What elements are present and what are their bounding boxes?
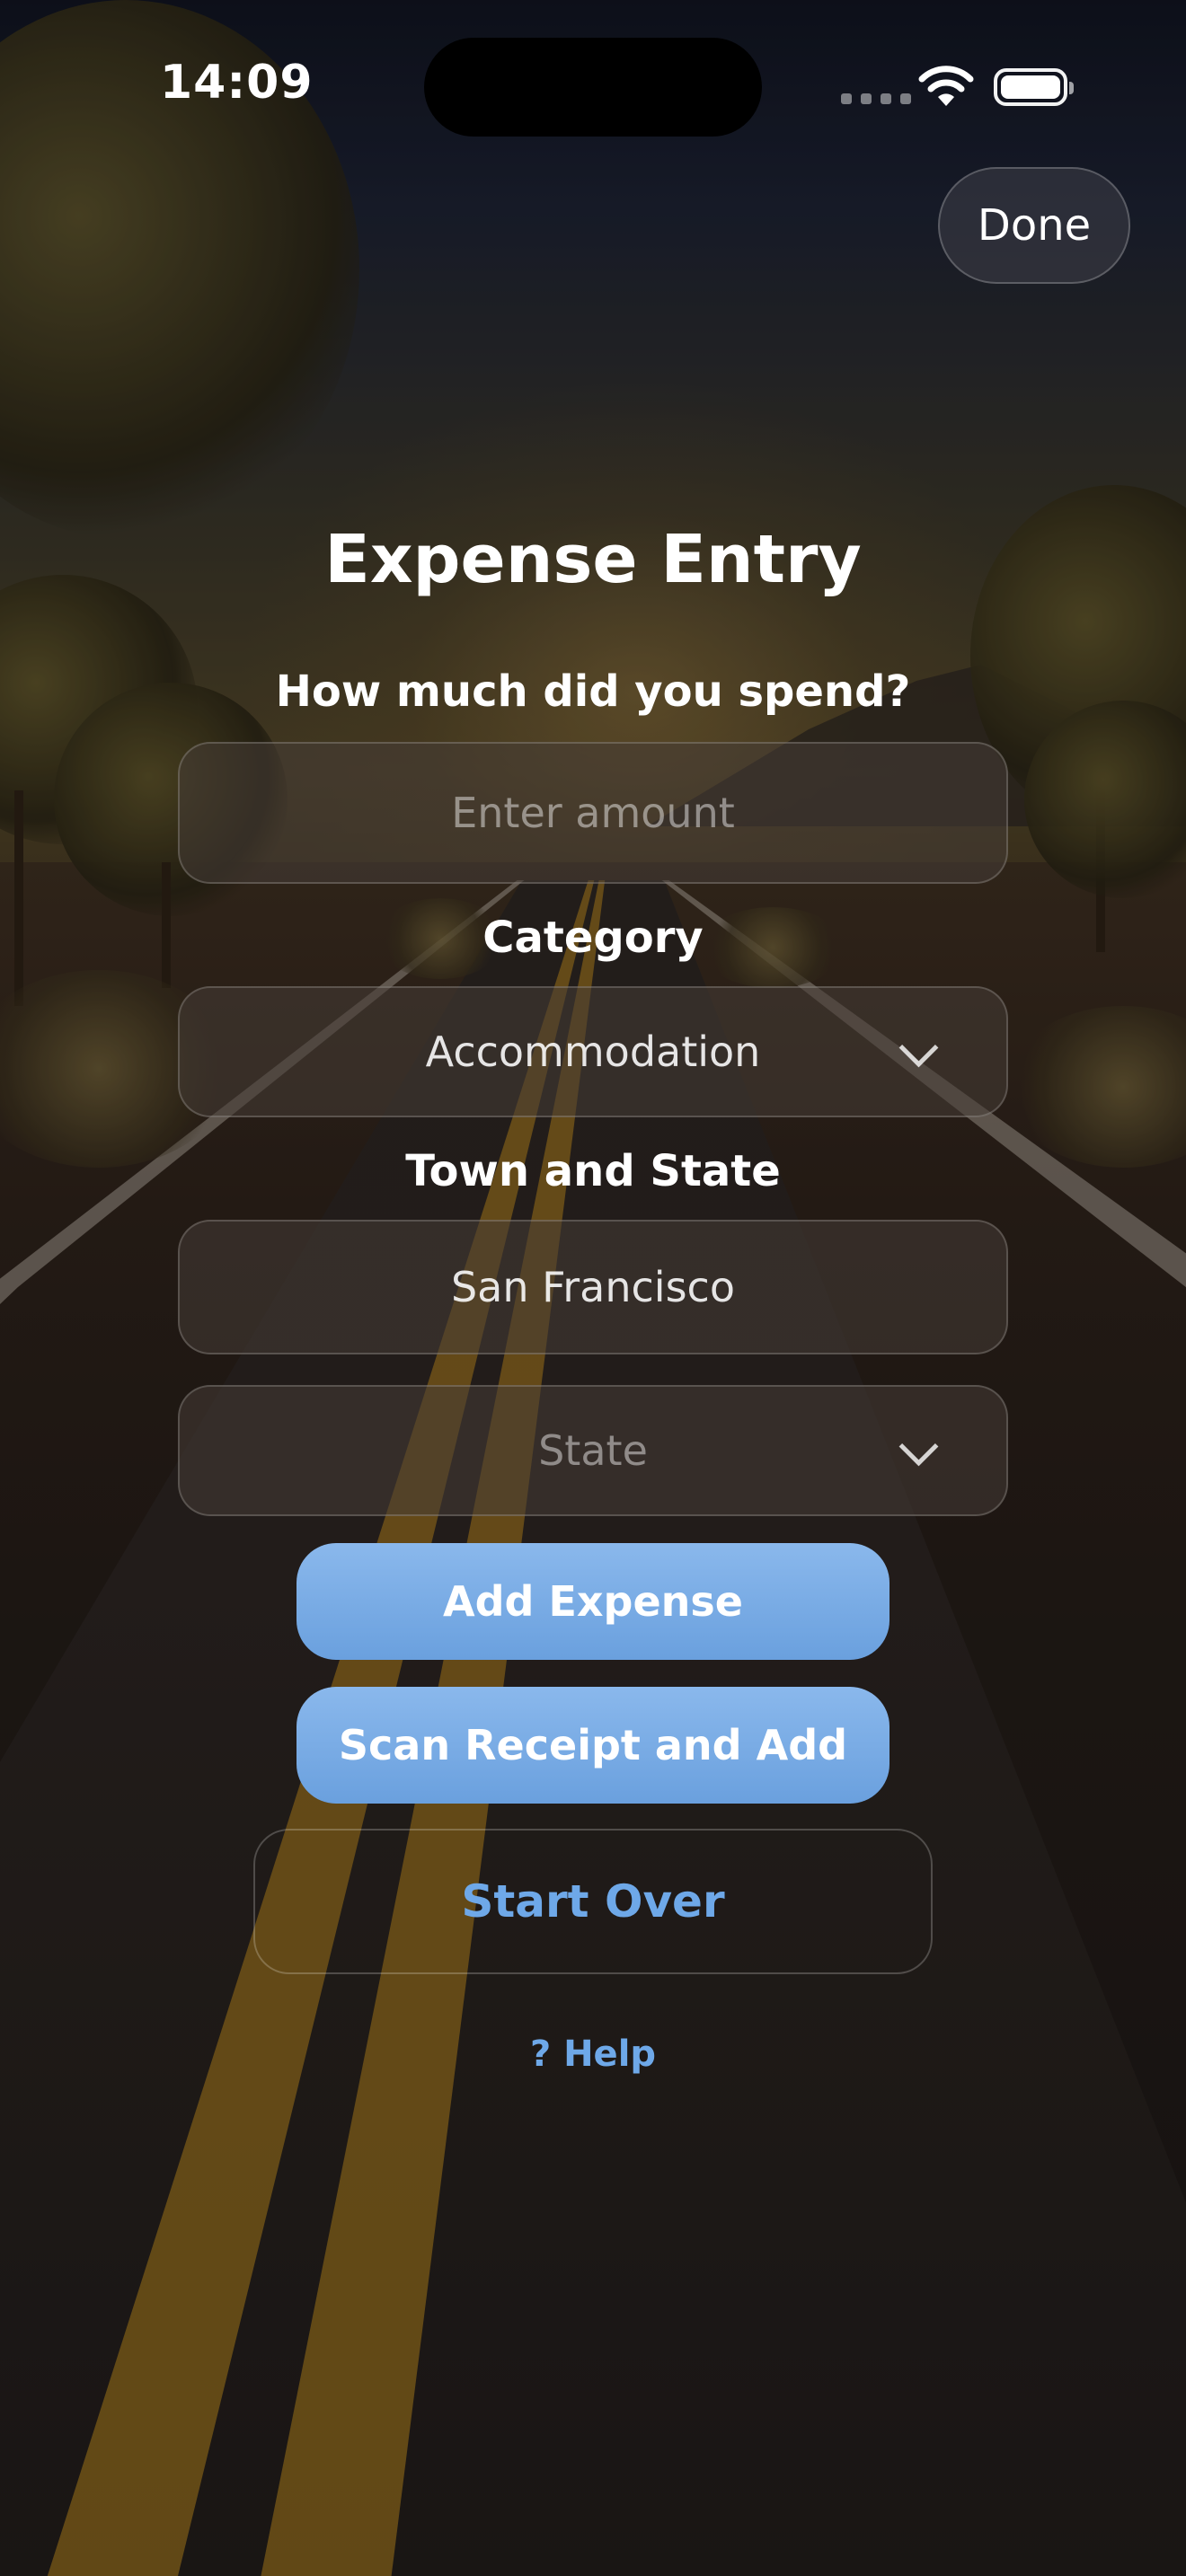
- page-title: Expense Entry: [324, 521, 862, 598]
- wifi-icon: [918, 66, 974, 106]
- help-link[interactable]: ? Help: [0, 2033, 1186, 2075]
- state-select[interactable]: State: [178, 1385, 1008, 1516]
- cellular-signal-icon: [841, 93, 911, 104]
- category-select[interactable]: Accommodation: [178, 986, 1008, 1117]
- scan-receipt-button[interactable]: Scan Receipt and Add: [296, 1687, 890, 1804]
- category-value: Accommodation: [425, 1028, 761, 1076]
- amount-label: How much did you spend?: [275, 666, 911, 717]
- battery-icon: [994, 68, 1074, 106]
- dynamic-island: [424, 38, 762, 137]
- status-time: 14:09: [160, 56, 314, 110]
- chevron-down-icon: [898, 1426, 939, 1467]
- town-state-label: Town and State: [405, 1146, 781, 1196]
- state-placeholder: State: [538, 1426, 648, 1475]
- town-value: San Francisco: [450, 1263, 735, 1311]
- done-button[interactable]: Done: [938, 167, 1130, 284]
- category-label: Category: [482, 913, 704, 963]
- amount-input[interactable]: [180, 743, 1006, 883]
- chevron-down-icon: [898, 1028, 939, 1068]
- town-field[interactable]: San Francisco: [178, 1220, 1008, 1354]
- add-expense-button[interactable]: Add Expense: [296, 1543, 890, 1660]
- start-over-button[interactable]: Start Over: [253, 1829, 933, 1974]
- amount-field[interactable]: [178, 742, 1008, 884]
